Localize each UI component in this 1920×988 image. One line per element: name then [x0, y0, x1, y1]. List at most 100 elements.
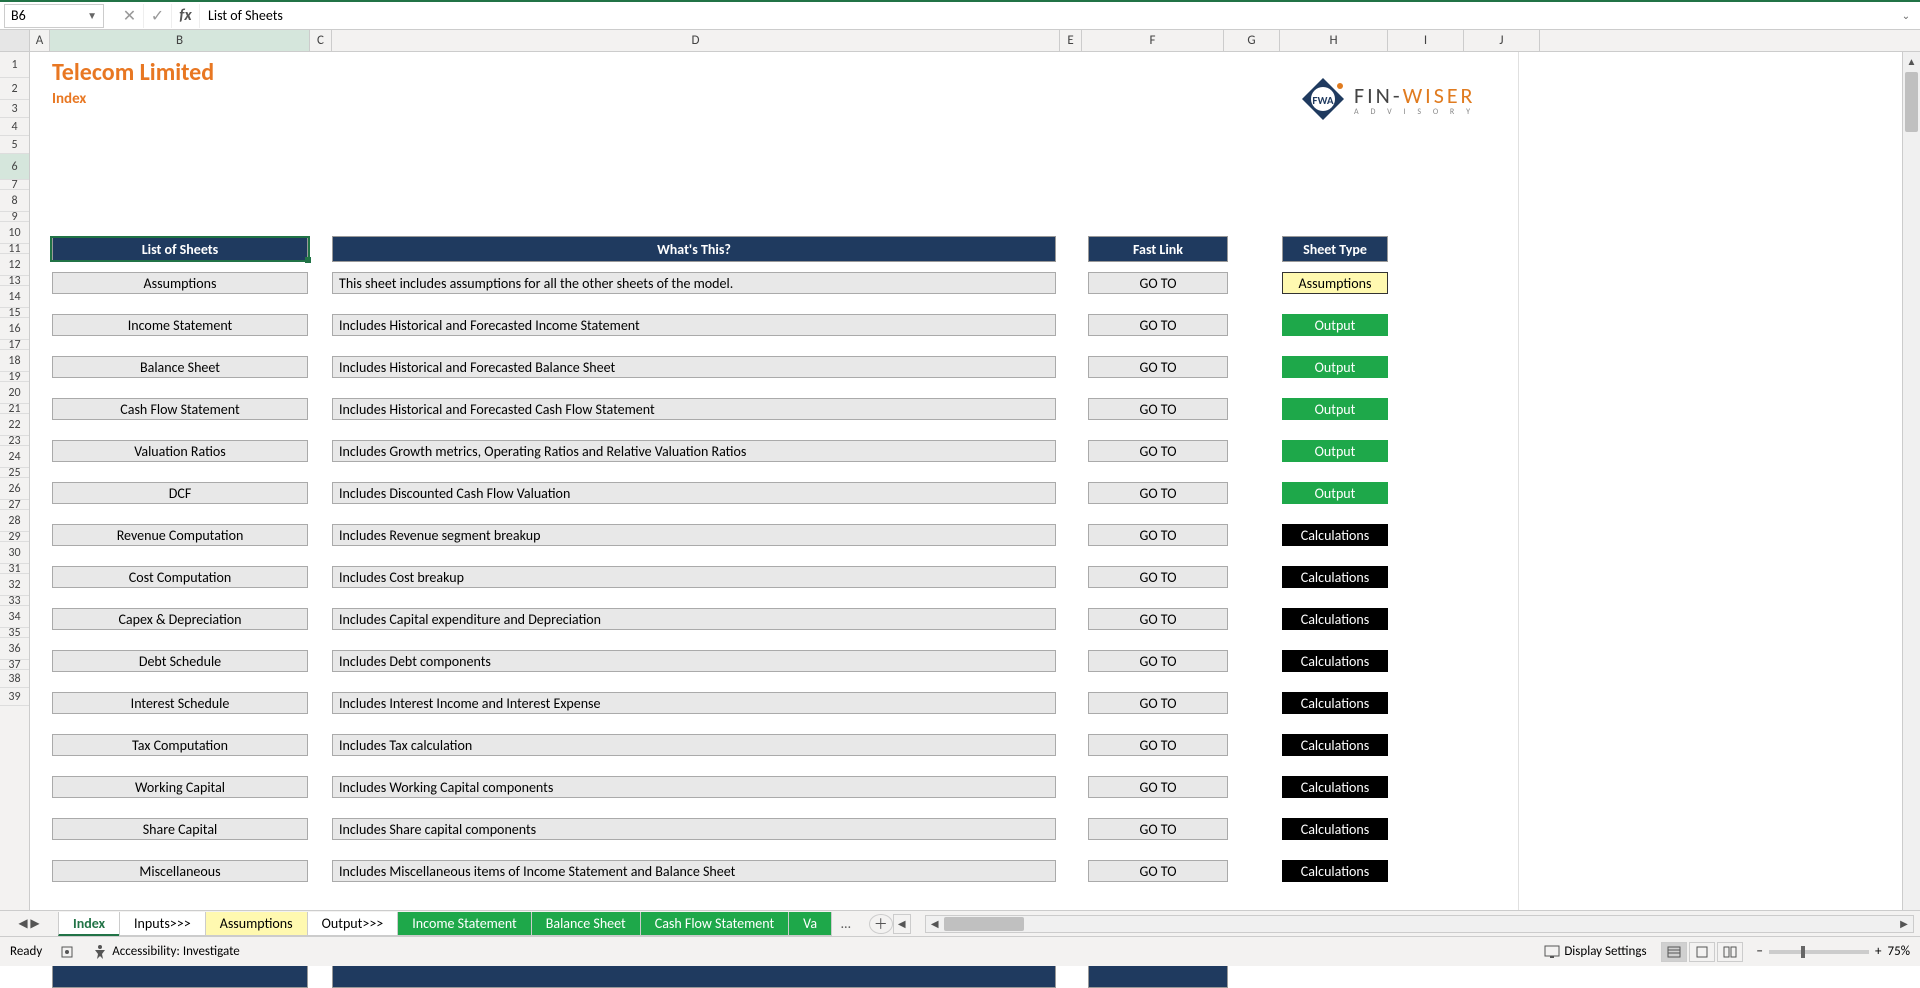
scroll-thumb[interactable] — [1905, 72, 1918, 132]
sheet-tab[interactable]: Va — [788, 912, 832, 936]
display-settings-button[interactable]: Display Settings — [1544, 944, 1646, 959]
goto-button[interactable]: GO TO — [1088, 398, 1228, 420]
hscroll-thumb[interactable] — [944, 917, 1024, 931]
sheet-name-button[interactable]: Working Capital — [52, 776, 308, 798]
sheet-tab[interactable]: Output>>> — [307, 912, 399, 936]
macro-record-icon[interactable] — [60, 945, 74, 959]
formula-input[interactable]: List of Sheets — [200, 4, 1896, 28]
goto-button[interactable]: GO TO — [1088, 860, 1228, 882]
goto-button[interactable]: GO TO — [1088, 314, 1228, 336]
row-header-11[interactable]: 11 — [0, 244, 29, 254]
tabs-more-icon[interactable]: … — [831, 915, 861, 932]
row-header-29[interactable]: 29 — [0, 532, 29, 542]
sheet-name-button[interactable]: Miscellaneous — [52, 860, 308, 882]
row-header-25[interactable]: 25 — [0, 468, 29, 478]
goto-button[interactable]: GO TO — [1088, 524, 1228, 546]
formula-expand-icon[interactable]: ⌄ — [1896, 9, 1916, 22]
row-header-23[interactable]: 23 — [0, 436, 29, 446]
enter-icon[interactable]: ✓ — [144, 4, 172, 28]
select-all-corner[interactable] — [0, 30, 30, 51]
view-normal-button[interactable] — [1661, 942, 1687, 962]
zoom-out-icon[interactable]: − — [1757, 944, 1763, 959]
spreadsheet-grid[interactable]: Telecom Limited Index FWA FIN-WISER A D … — [30, 52, 1902, 932]
horizontal-scrollbar[interactable]: ◀ ▶ — [925, 915, 1914, 933]
col-header-E[interactable]: E — [1060, 30, 1082, 51]
scroll-up-icon[interactable]: ▲ — [1903, 52, 1920, 70]
goto-button[interactable]: GO TO — [1088, 734, 1228, 756]
cancel-icon[interactable]: ✕ — [116, 4, 144, 28]
hscroll-left-icon[interactable]: ◀ — [926, 916, 944, 932]
goto-button[interactable]: GO TO — [1088, 776, 1228, 798]
goto-button[interactable]: GO TO — [1088, 692, 1228, 714]
row-header-38[interactable]: 38 — [0, 670, 29, 688]
row-header-7[interactable]: 7 — [0, 180, 29, 190]
row-header-33[interactable]: 33 — [0, 596, 29, 606]
col-header-G[interactable]: G — [1224, 30, 1280, 51]
sheet-name-button[interactable]: Revenue Computation — [52, 524, 308, 546]
sheet-name-button[interactable]: DCF — [52, 482, 308, 504]
sheet-name-button[interactable]: Cost Computation — [52, 566, 308, 588]
row-header-3[interactable]: 3 — [0, 100, 29, 118]
chevron-down-icon[interactable]: ▼ — [87, 9, 97, 22]
goto-button[interactable]: GO TO — [1088, 356, 1228, 378]
sheet-tab[interactable]: Cash Flow Statement — [640, 912, 789, 936]
fx-icon[interactable]: fx — [172, 4, 200, 28]
name-box[interactable]: B6 ▼ — [4, 4, 104, 28]
accessibility-status[interactable]: Accessibility: Investigate — [92, 944, 240, 960]
sheet-name-button[interactable]: Tax Computation — [52, 734, 308, 756]
goto-button[interactable]: GO TO — [1088, 272, 1228, 294]
tab-scroll-left[interactable]: ◀ — [893, 914, 911, 934]
zoom-slider[interactable] — [1769, 950, 1869, 954]
view-page-layout-button[interactable] — [1689, 942, 1715, 962]
sheet-name-button[interactable]: Assumptions — [52, 272, 308, 294]
col-header-J[interactable]: J — [1464, 30, 1540, 51]
row-header-39[interactable]: 39 — [0, 688, 29, 706]
row-header-13[interactable]: 13 — [0, 276, 29, 286]
row-header-37[interactable]: 37 — [0, 660, 29, 670]
row-header-4[interactable]: 4 — [0, 118, 29, 136]
row-header-1[interactable]: 1 — [0, 52, 29, 78]
sheet-name-button[interactable]: Capex & Depreciation — [52, 608, 308, 630]
col-header-C[interactable]: C — [310, 30, 332, 51]
sheet-tab[interactable]: Index — [58, 912, 120, 936]
col-header-A[interactable]: A — [30, 30, 50, 51]
sheet-name-button[interactable]: Income Statement — [52, 314, 308, 336]
sheet-name-button[interactable]: Share Capital — [52, 818, 308, 840]
row-header-21[interactable]: 21 — [0, 404, 29, 414]
row-header-6[interactable]: 6 — [0, 154, 29, 180]
hscroll-right-icon[interactable]: ▶ — [1895, 916, 1913, 932]
row-header-2[interactable]: 2 — [0, 78, 29, 100]
col-header-D[interactable]: D — [332, 30, 1060, 51]
row-header-35[interactable]: 35 — [0, 628, 29, 638]
row-header-27[interactable]: 27 — [0, 500, 29, 510]
zoom-in-icon[interactable]: + — [1875, 944, 1881, 959]
sheet-name-button[interactable]: Valuation Ratios — [52, 440, 308, 462]
sheet-tab[interactable]: Balance Sheet — [531, 912, 641, 936]
row-header-9[interactable]: 9 — [0, 212, 29, 222]
sheet-name-button[interactable]: Interest Schedule — [52, 692, 308, 714]
goto-button[interactable]: GO TO — [1088, 818, 1228, 840]
row-header-31[interactable]: 31 — [0, 564, 29, 574]
zoom-control[interactable]: − + 75% — [1757, 944, 1910, 959]
sheet-name-button[interactable]: Debt Schedule — [52, 650, 308, 672]
vertical-scrollbar[interactable]: ▲ ▼ — [1902, 52, 1920, 932]
col-header-F[interactable]: F — [1082, 30, 1224, 51]
sheet-tab[interactable]: Inputs>>> — [119, 912, 206, 936]
goto-button[interactable]: GO TO — [1088, 608, 1228, 630]
goto-button[interactable]: GO TO — [1088, 650, 1228, 672]
col-header-I[interactable]: I — [1388, 30, 1464, 51]
col-header-B[interactable]: B — [50, 30, 310, 51]
row-header-5[interactable]: 5 — [0, 136, 29, 154]
goto-button[interactable]: GO TO — [1088, 440, 1228, 462]
add-sheet-button[interactable]: ＋ — [869, 914, 893, 934]
sheet-name-button[interactable]: Cash Flow Statement — [52, 398, 308, 420]
goto-button[interactable]: GO TO — [1088, 482, 1228, 504]
view-page-break-button[interactable] — [1717, 942, 1743, 962]
sheet-name-button[interactable]: Balance Sheet — [52, 356, 308, 378]
row-header-17[interactable]: 17 — [0, 340, 29, 350]
col-header-H[interactable]: H — [1280, 30, 1388, 51]
row-header-15[interactable]: 15 — [0, 308, 29, 318]
goto-button[interactable]: GO TO — [1088, 566, 1228, 588]
sheet-tab[interactable]: Assumptions — [205, 912, 308, 936]
sheet-tab[interactable]: Income Statement — [397, 912, 531, 936]
